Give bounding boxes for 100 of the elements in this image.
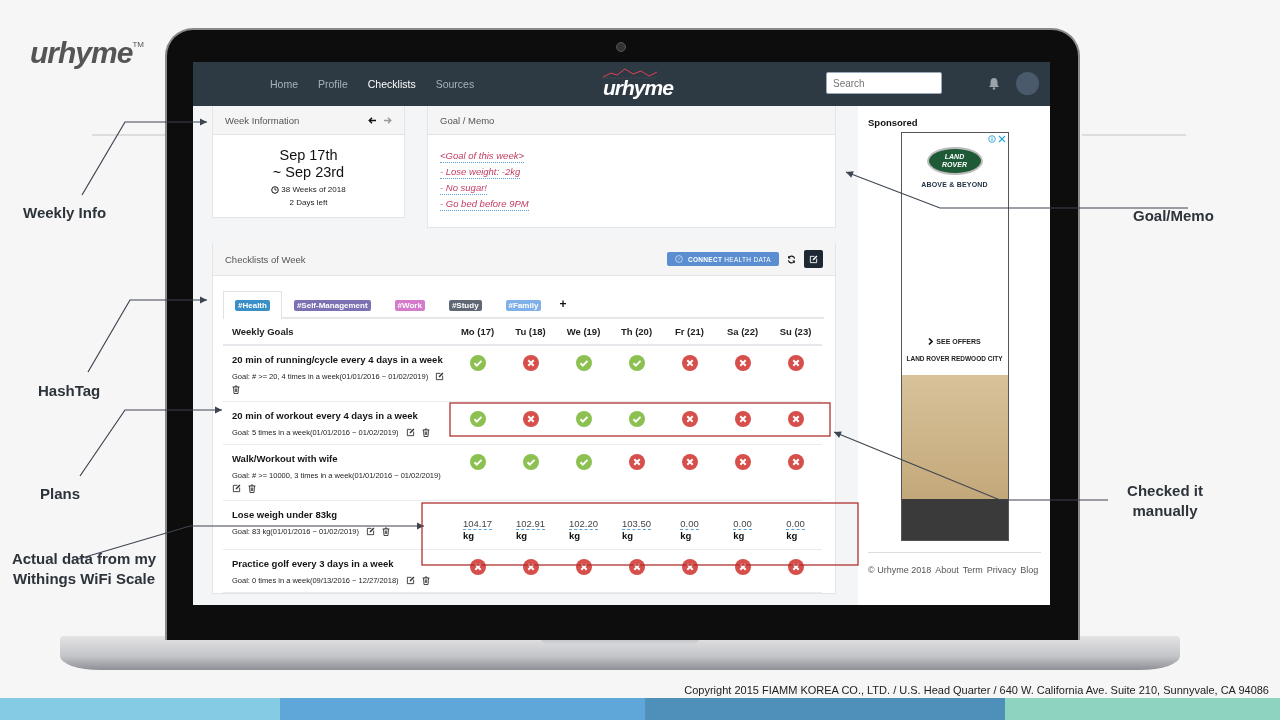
trash-icon[interactable] [232,385,240,394]
footer-link[interactable]: Blog [1020,565,1039,575]
cross-circle-icon[interactable] [628,454,645,470]
weight-value[interactable]: 0.00 [733,518,752,530]
cross-circle-icon[interactable] [681,411,698,427]
memo-line[interactable]: <Goal of this week> [440,149,524,163]
hashtag-tab[interactable]: #Study [436,292,494,318]
trash-icon[interactable] [382,527,390,536]
cross-circle-icon[interactable] [522,559,539,575]
nav-link[interactable]: Checklists [367,78,416,90]
camera-icon [616,42,626,52]
check-circle-icon[interactable] [575,454,592,470]
cross-circle-icon[interactable] [522,411,539,427]
check-circle-icon[interactable] [575,411,592,427]
cross-circle-icon[interactable] [734,355,751,371]
cross-circle-icon[interactable] [628,559,645,575]
trash-icon[interactable] [248,484,256,493]
check-circle-icon[interactable] [522,454,539,470]
cross-circle-icon[interactable] [787,411,804,427]
cross-circle-icon[interactable] [787,559,804,575]
cross-circle-icon[interactable] [734,411,751,427]
callout-label: Plans [40,484,81,504]
cross-circle-icon[interactable] [734,454,751,470]
close-icon[interactable] [997,135,1006,143]
week-count: 38 Weeks of 2018 [281,185,346,194]
weight-value[interactable]: 103.50 [621,518,652,530]
footer-link[interactable]: About [935,565,959,575]
callout-label: Checked it manually [1126,481,1204,521]
weight-unit: kg [621,530,634,541]
trash-icon[interactable] [421,576,430,585]
copyright-text: Copyright 2015 FIAMM KOREA CO., LTD. / U.S. Head Quarter / 640 W. California Ave. Suite 210, Sunnyvale, CA 94086 [684,684,1269,696]
nav-link[interactable]: Sources [435,78,475,90]
weight-value[interactable]: 0.00 [680,518,699,530]
cross-circle-icon[interactable] [575,559,592,575]
cross-circle-icon[interactable] [522,355,539,371]
edit-icon[interactable] [435,372,445,381]
hashtag-tab[interactable]: #Health [223,291,282,319]
arrow-right-icon[interactable] [384,116,392,124]
callout-label: Goal/Memo [1133,206,1214,226]
check-circle-icon[interactable] [469,454,486,470]
sidebar-title: Sponsored [868,117,919,128]
weight-value[interactable]: 104.17 [462,518,493,530]
callout-label: HashTag [38,381,101,401]
cross-circle-icon[interactable] [681,559,698,575]
memo-line[interactable]: - Lose weight: -2kg [440,165,521,179]
gauge-icon [675,255,683,263]
nav-link[interactable]: Profile [318,78,348,90]
search-field[interactable]: Search [826,72,942,94]
goal-title[interactable]: 20 min of workout every 4 days in a week [232,410,447,421]
weight-value[interactable]: 0.00 [786,518,805,530]
check-circle-icon[interactable] [628,411,645,427]
weight-unit: kg [733,530,745,541]
column-header: Th (20) [620,326,653,337]
memo-line[interactable]: - No sugar! [440,181,487,195]
column-header: Weekly Goals [232,326,294,337]
cross-circle-icon[interactable] [787,454,804,470]
edit-icon[interactable] [366,527,375,536]
callout-label: Weekly Info [23,203,107,223]
cross-circle-icon[interactable] [681,355,698,371]
cross-circle-icon[interactable] [469,559,486,575]
hashtag-tab[interactable]: #Self-Management [281,292,383,318]
goal-title[interactable]: Practice golf every 3 days in a week [232,558,447,569]
weight-unit: kg [515,530,528,541]
cross-circle-icon[interactable] [734,559,751,575]
goal-title[interactable]: Lose weigh under 83kg [232,509,447,520]
column-header: Fr (21) [674,326,704,337]
weight-unit: kg [680,530,692,541]
footer-link[interactable]: Term [962,565,983,575]
goal-title[interactable]: Walk/Workout with wife [232,453,447,464]
check-circle-icon[interactable] [575,355,592,371]
memo-line[interactable]: - Go bed before 9PM [440,197,529,211]
refresh-icon[interactable] [787,254,796,264]
weight-unit: kg [462,530,475,541]
weight-value[interactable]: 102.91 [515,518,546,530]
footer-link[interactable]: Privacy [986,565,1017,575]
cross-circle-icon[interactable] [681,454,698,470]
hashtag-label: #Self-Management [293,300,371,311]
edit-icon[interactable] [232,484,241,493]
column-header: Sa (22) [726,326,759,337]
check-circle-icon[interactable] [469,355,486,371]
edit-icon[interactable] [405,576,415,585]
nav-link[interactable]: Home [270,78,298,90]
cross-circle-icon[interactable] [787,355,804,371]
callout-label: Actual data from my Withings WiFi Scale [10,549,158,589]
week-range-start: Sep 17th [279,147,338,164]
bell-icon[interactable] [988,77,1000,90]
brand-logo[interactable]: urhyme [601,67,678,100]
clock-icon [271,185,280,194]
weight-value[interactable]: 102.20 [568,518,599,530]
trash-icon[interactable] [421,428,430,437]
edit-icon[interactable] [405,428,415,437]
arrow-left-icon[interactable] [368,116,376,124]
column-header: Su (23) [779,326,812,337]
edit-button[interactable] [804,250,823,268]
check-circle-icon[interactable] [628,355,645,371]
goal-title[interactable]: 20 min of running/cycle every 4 days in a week [232,354,447,365]
check-circle-icon[interactable] [469,411,486,427]
card-title: Goal / Memo [440,114,496,126]
edit-icon [809,254,818,264]
add-tab-button[interactable]: + [559,297,567,311]
